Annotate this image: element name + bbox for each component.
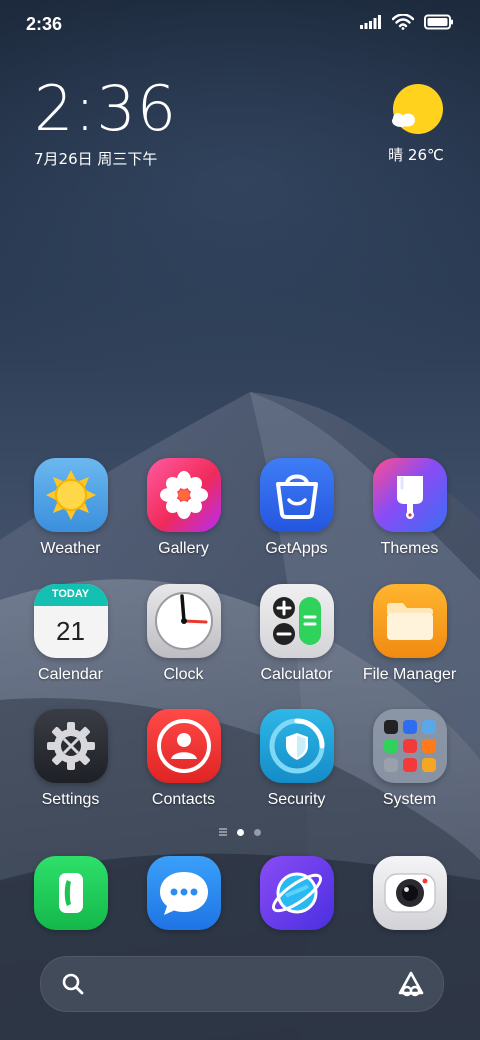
dock-camera[interactable] [353,856,466,930]
signal-icon [360,15,381,29]
app-calendar[interactable]: TODAY 21 Calendar [14,584,127,684]
assistant-icon[interactable] [397,970,425,998]
status-time: 2:36 [26,14,63,34]
search-bar[interactable] [40,956,444,1012]
getapps-icon [259,458,334,532]
clock-icon [146,584,221,658]
app-label: Gallery [158,540,209,557]
camera-icon [372,856,447,930]
gallery-icon [146,458,221,532]
app-gallery[interactable]: Gallery [127,458,240,558]
status-icons [360,14,454,30]
search-icon[interactable] [61,972,85,996]
app-getapps[interactable]: GetApps [240,458,353,558]
wifi-icon [392,14,414,30]
contacts-icon [146,709,221,783]
app-calculator[interactable]: Calculator [240,584,353,684]
app-label: Weather [40,540,101,557]
dock-browser[interactable] [240,856,353,930]
themes-icon [372,458,447,532]
system-folder-icon [372,709,447,783]
calendar-day: 21 [56,616,85,646]
app-label: Calculator [260,666,333,683]
status-bar: 2:36 [0,0,480,50]
page-dot [254,828,261,836]
app-settings[interactable]: Settings [14,709,127,809]
clock-widget[interactable]: 2:36 7月26日 周三下午 [34,78,177,169]
app-weather[interactable]: Weather [14,458,127,558]
app-label: Calendar [38,666,103,683]
page-dot-active [237,828,244,836]
app-contacts[interactable]: Contacts [127,709,240,809]
page-list-icon [219,828,227,836]
sun-cloud-icon [392,84,443,134]
app-label: File Manager [362,666,457,683]
app-clock[interactable]: Clock [127,584,240,684]
file-manager-icon [372,584,447,658]
calendar-badge: TODAY [51,588,90,600]
app-label: GetApps [265,540,328,557]
app-themes[interactable]: Themes [353,458,466,558]
clock-widget-time: 2:36 [34,72,178,145]
battery-icon [424,14,453,30]
app-label: Contacts [151,791,216,808]
page-indicator[interactable] [0,828,480,836]
app-label: Clock [163,666,204,683]
dock-phone[interactable] [14,856,127,930]
app-label: Settings [41,791,100,808]
app-label: Security [267,791,326,808]
settings-icon [33,709,108,783]
app-label: System [382,791,437,808]
security-icon [259,709,334,783]
app-label: Themes [380,540,439,557]
dock-messages[interactable] [127,856,240,930]
app-file-manager[interactable]: File Manager [353,584,466,684]
weather-widget-text: 晴 26℃ [388,146,444,164]
calendar-icon: TODAY 21 [33,584,108,658]
app-security[interactable]: Security [240,709,353,809]
messages-icon [146,856,221,930]
clock-widget-date: 7月26日 周三下午 [34,150,158,168]
phone-icon [33,856,108,930]
browser-icon [259,856,334,930]
app-system-folder[interactable]: System [353,709,466,809]
weather-widget[interactable]: 晴 26℃ [388,84,444,165]
weather-icon [33,458,108,532]
calculator-icon [259,584,334,658]
